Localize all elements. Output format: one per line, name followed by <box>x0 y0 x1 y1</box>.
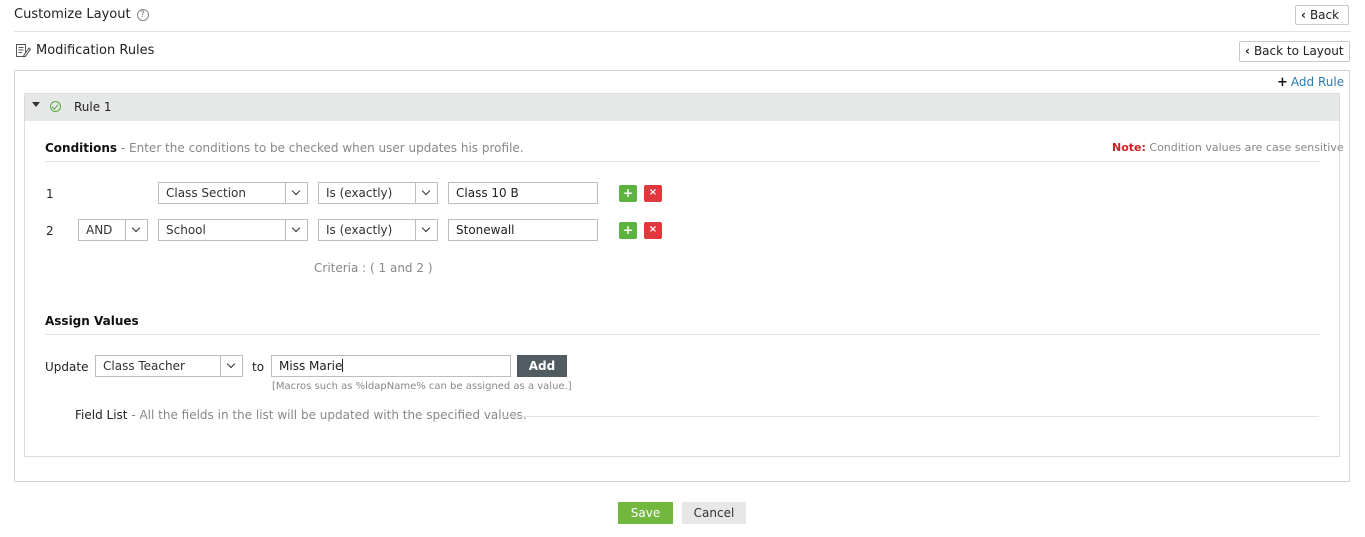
update-field-select[interactable]: Class Teacher <box>95 355 243 377</box>
back-button[interactable]: ‹ Back <box>1295 5 1349 25</box>
header-divider <box>14 31 1351 32</box>
conditions-header: Conditions - Enter the conditions to be … <box>45 141 524 155</box>
condition-comparator-select[interactable]: Is (exactly) <box>318 219 438 241</box>
assign-values-heading: Assign Values <box>45 314 139 328</box>
chevron-down-icon <box>125 220 147 240</box>
add-condition-button[interactable]: + <box>619 222 637 239</box>
back-to-layout-button[interactable]: ‹ Back to Layout <box>1239 41 1350 62</box>
rule-header[interactable] <box>25 94 1339 121</box>
conditions-heading: Conditions <box>45 141 118 155</box>
chevron-left-icon: ‹ <box>1245 44 1250 58</box>
assign-value-input[interactable]: Miss Marie <box>271 355 511 377</box>
chevron-down-icon <box>285 183 307 203</box>
condition-value-input[interactable]: Class 10 B <box>448 182 598 204</box>
field-list-header: Field List - All the fields in the list … <box>75 408 527 422</box>
to-label: to <box>252 360 265 374</box>
case-sensitive-note: Note: Condition values are case sensitiv… <box>1112 141 1344 154</box>
save-button[interactable]: Save <box>618 502 673 524</box>
back-button-label: Back <box>1309 8 1340 22</box>
criteria-text: Criteria : ( 1 and 2 ) <box>314 261 433 275</box>
condition-field-select[interactable]: Class Section <box>158 182 308 204</box>
chevron-down-icon <box>415 220 437 240</box>
field-list-divider <box>502 416 1319 417</box>
note-label: Note: <box>1112 141 1146 154</box>
add-condition-button[interactable]: + <box>619 185 637 202</box>
update-field-value: Class Teacher <box>103 359 185 373</box>
condition-comparator-select[interactable]: Is (exactly) <box>318 182 438 204</box>
chevron-down-icon <box>285 220 307 240</box>
chevron-down-icon <box>415 183 437 203</box>
add-value-button[interactable]: Add <box>517 355 567 377</box>
remove-condition-button[interactable]: × <box>644 185 662 202</box>
assign-value-text: Miss Marie <box>279 359 343 373</box>
cancel-button[interactable]: Cancel <box>682 502 746 524</box>
condition-row-number: 1 <box>46 187 54 201</box>
update-label: Update <box>45 360 89 374</box>
back-to-layout-label: Back to Layout <box>1253 44 1344 58</box>
assign-divider <box>45 334 1320 335</box>
section-title: Modification Rules <box>36 43 155 58</box>
conditions-divider <box>45 161 1320 162</box>
remove-condition-button[interactable]: × <box>644 222 662 239</box>
condition-operator-select[interactable]: AND <box>78 219 148 241</box>
macro-hint: [Macros such as %ldapName% can be assign… <box>272 381 572 392</box>
page-title: Customize Layout? <box>14 7 149 22</box>
field-list-label: Field List <box>75 408 128 422</box>
add-rule-label: Add Rule <box>1290 75 1345 89</box>
edit-document-icon <box>16 44 31 58</box>
chevron-left-icon: ‹ <box>1301 8 1306 22</box>
text-cursor <box>342 359 344 372</box>
field-list-description: - All the fields in the list will be upd… <box>127 408 527 422</box>
condition-field-select[interactable]: School <box>158 219 308 241</box>
condition-field-value: Class Section <box>166 186 246 200</box>
conditions-description: - Enter the conditions to be checked whe… <box>117 141 524 155</box>
condition-field-value: School <box>166 223 206 237</box>
condition-row-number: 2 <box>46 224 54 238</box>
caret-down-icon[interactable] <box>32 102 40 107</box>
note-text: Condition values are case sensitive <box>1145 141 1344 154</box>
condition-comparator-value: Is (exactly) <box>326 186 393 200</box>
chevron-down-icon <box>220 356 242 376</box>
plus-icon: + <box>1277 75 1288 90</box>
help-icon[interactable]: ? <box>136 9 149 21</box>
condition-comparator-value: Is (exactly) <box>326 223 393 237</box>
add-rule-link[interactable]: + Add Rule <box>1277 75 1344 90</box>
condition-operator-value: AND <box>86 223 113 237</box>
check-circle-icon <box>50 101 61 112</box>
rule-title: Rule 1 <box>74 100 112 114</box>
page-title-text: Customize Layout <box>14 7 131 22</box>
condition-value-input[interactable]: Stonewall <box>448 219 598 241</box>
